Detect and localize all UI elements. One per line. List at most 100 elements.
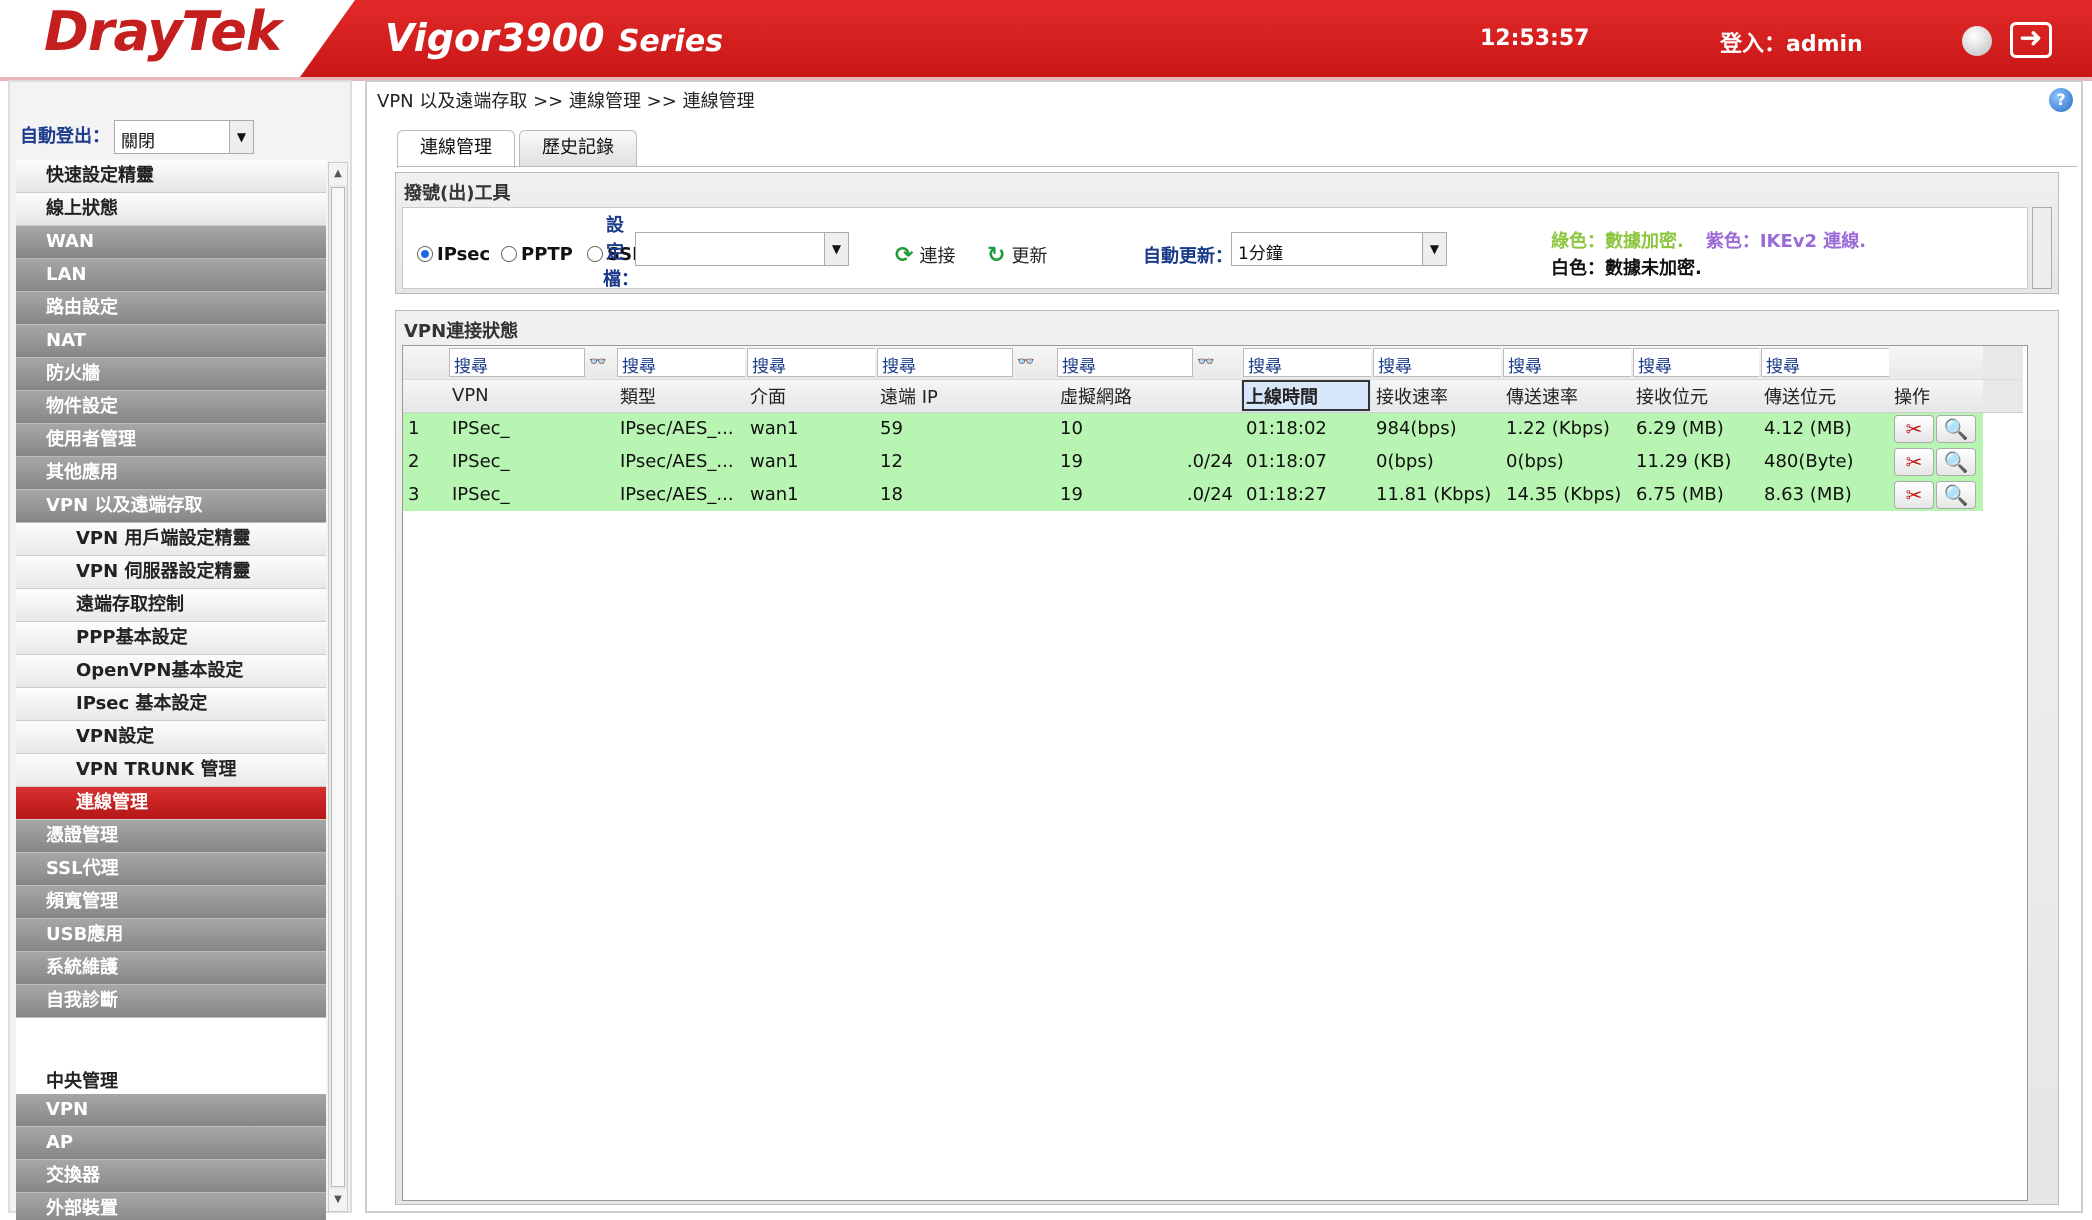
column-search-input[interactable]: 搜尋 bbox=[1243, 347, 1371, 377]
model-label: Vigor3900 bbox=[385, 16, 605, 60]
auto-refresh-value: 1分鐘 bbox=[1238, 244, 1283, 264]
table-row[interactable]: 1 IPSec_ IPsec/AES_... wan1 59 10 01:18:02 984(… bbox=[403, 412, 2023, 445]
column-header[interactable]: VPN bbox=[447, 379, 615, 413]
chevron-down-icon[interactable]: ▼ bbox=[1422, 233, 1446, 265]
details-icon[interactable]: 🔍 bbox=[1936, 447, 1976, 476]
chevron-down-icon[interactable]: ▼ bbox=[824, 233, 848, 265]
column-search-input[interactable]: 搜尋 bbox=[747, 347, 875, 377]
scroll-thumb[interactable] bbox=[331, 187, 345, 1187]
sidebar-item[interactable]: VPN 用戶端設定精靈 bbox=[16, 523, 326, 556]
sidebar-item[interactable]: 憑證管理 bbox=[16, 820, 326, 853]
sidebar-item[interactable]: LAN bbox=[16, 259, 326, 292]
sidebar-item[interactable]: IPsec 基本設定 bbox=[16, 688, 326, 721]
details-icon[interactable]: 🔍 bbox=[1936, 414, 1976, 443]
sidebar-item[interactable]: VPN bbox=[16, 1094, 326, 1127]
sidebar-item[interactable]: 快速設定精靈 bbox=[16, 160, 326, 193]
column-search-input[interactable]: 搜尋 bbox=[1761, 347, 1889, 377]
column-header[interactable]: 上線時間 bbox=[1241, 379, 1371, 413]
cell-vpn: IPSec_ bbox=[447, 478, 615, 511]
main-content: VPN 以及遠端存取 >> 連線管理 >> 連線管理 ? 連線管理 歷史記錄 撥號… bbox=[365, 80, 2083, 1213]
notification-icon[interactable] bbox=[1962, 26, 1992, 56]
table-row[interactable]: 3 IPSec_ IPsec/AES_... wan1 18 19 .0/24 01:18:2… bbox=[403, 478, 2023, 511]
auto-logout-select[interactable]: 關閉 ▼ bbox=[114, 120, 254, 154]
cell-vnet: 10 bbox=[1055, 412, 1241, 445]
sidebar-item[interactable]: 使用者管理 bbox=[16, 424, 326, 457]
radio-pptp[interactable]: PPTP bbox=[501, 244, 573, 265]
sidebar-item[interactable]: 頻寬管理 bbox=[16, 886, 326, 919]
column-header[interactable]: 傳送位元 bbox=[1759, 379, 1889, 413]
color-legend: 綠色：數據加密. 紫色：IKEv2 連線. 白色：數據未加密. bbox=[1551, 228, 1866, 282]
table-row[interactable]: 2 IPSec_ IPsec/AES_... wan1 12 19 .0/24 01:18:0… bbox=[403, 445, 2023, 478]
sidebar-item[interactable]: 連線管理 bbox=[16, 787, 326, 820]
scroll-up-icon[interactable]: ▲ bbox=[329, 163, 347, 185]
sidebar-item[interactable]: 系統維護 bbox=[16, 952, 326, 985]
radio-pptp-dot[interactable] bbox=[501, 246, 517, 262]
refresh-label: 更新 bbox=[1011, 246, 1048, 267]
dial-scrollbar[interactable] bbox=[2032, 207, 2052, 289]
sidebar-item[interactable]: 線上狀態 bbox=[16, 193, 326, 226]
sidebar-item[interactable]: 自我診斷 bbox=[16, 985, 326, 1018]
disconnect-icon[interactable]: ✂ bbox=[1894, 480, 1934, 509]
logout-icon[interactable] bbox=[2010, 21, 2052, 58]
details-icon[interactable]: 🔍 bbox=[1936, 480, 1976, 509]
scroll-down-icon[interactable]: ▼ bbox=[329, 1189, 347, 1211]
sidebar-item[interactable]: VPN 伺服器設定精靈 bbox=[16, 556, 326, 589]
binoculars-icon[interactable]: 👓 bbox=[1197, 354, 1223, 370]
sidebar-item[interactable]: VPN TRUNK 管理 bbox=[16, 754, 326, 787]
sidebar-item[interactable]: OpenVPN基本設定 bbox=[16, 655, 326, 688]
column-search-input[interactable]: 搜尋 bbox=[1373, 347, 1501, 377]
sidebar-item[interactable]: 其他應用 bbox=[16, 457, 326, 490]
sidebar-scrollbar[interactable]: ▲ ▼ bbox=[328, 162, 348, 1212]
column-header[interactable]: 接收位元 bbox=[1631, 379, 1759, 413]
cell-tx-bytes: 4.12 (MB) bbox=[1759, 412, 1889, 445]
auto-refresh-select[interactable]: 1分鐘 ▼ bbox=[1231, 232, 1447, 266]
sidebar-item[interactable]: WAN bbox=[16, 226, 326, 259]
column-header[interactable]: 類型 bbox=[615, 379, 745, 413]
column-search-input[interactable]: 搜尋 bbox=[449, 347, 585, 377]
sidebar-item[interactable]: 物件設定 bbox=[16, 391, 326, 424]
column-header[interactable]: 遠端 IP bbox=[875, 379, 1055, 413]
vpn-status-table: 搜尋👓搜尋👓搜尋👓搜尋👓搜尋👓搜尋👓搜尋👓搜尋👓搜尋👓搜尋👓 VPN類型介面遠端… bbox=[403, 346, 2023, 511]
profile-label: 設 定 檔： bbox=[603, 212, 639, 293]
sidebar-item[interactable]: VPN 以及遠端存取 bbox=[16, 490, 326, 523]
help-icon[interactable]: ? bbox=[2049, 88, 2073, 112]
connect-button[interactable]: ⟳ 連接 bbox=[895, 242, 955, 268]
sidebar-item[interactable]: NAT bbox=[16, 325, 326, 358]
sidebar-item[interactable]: AP bbox=[16, 1127, 326, 1160]
radio-ssl-dot[interactable] bbox=[587, 246, 603, 262]
disconnect-icon[interactable]: ✂ bbox=[1894, 414, 1934, 443]
profile-select[interactable]: ▼ bbox=[635, 232, 849, 266]
sidebar-item[interactable]: PPP基本設定 bbox=[16, 622, 326, 655]
column-search-input[interactable]: 搜尋 bbox=[1503, 347, 1631, 377]
sidebar-item[interactable]: 防火牆 bbox=[16, 358, 326, 391]
tab-connection-management[interactable]: 連線管理 bbox=[397, 130, 515, 168]
chevron-down-icon[interactable]: ▼ bbox=[229, 121, 253, 153]
binoculars-icon[interactable]: 👓 bbox=[589, 354, 615, 370]
sidebar-item[interactable]: SSL代理 bbox=[16, 853, 326, 886]
sidebar-item[interactable]: USB應用 bbox=[16, 919, 326, 952]
sidebar-item[interactable]: 路由設定 bbox=[16, 292, 326, 325]
column-header[interactable]: 接收速率 bbox=[1371, 379, 1501, 413]
sidebar-item[interactable]: VPN設定 bbox=[16, 721, 326, 754]
cell-vpn: IPSec_ bbox=[447, 445, 615, 478]
column-search-input[interactable]: 搜尋 bbox=[1057, 347, 1193, 377]
sidebar-item[interactable]: 外部裝置 bbox=[16, 1193, 326, 1220]
search-cell: 搜尋👓 bbox=[1055, 346, 1241, 380]
column-header[interactable]: 介面 bbox=[745, 379, 875, 413]
radio-ipsec-dot[interactable] bbox=[417, 246, 433, 262]
column-search-input[interactable]: 搜尋 bbox=[877, 347, 1013, 377]
tab-history[interactable]: 歷史記錄 bbox=[519, 130, 637, 166]
refresh-button[interactable]: ↻ 更新 bbox=[987, 242, 1047, 268]
column-header[interactable]: 傳送速率 bbox=[1501, 379, 1631, 413]
column-header[interactable]: 虛擬網路 bbox=[1055, 379, 1241, 413]
disconnect-icon[interactable]: ✂ bbox=[1894, 447, 1934, 476]
column-search-input[interactable]: 搜尋 bbox=[617, 347, 745, 377]
binoculars-icon[interactable]: 👓 bbox=[1017, 354, 1043, 370]
model-name: Vigor3900 Series bbox=[385, 16, 723, 60]
sidebar-item[interactable]: 交換器 bbox=[16, 1160, 326, 1193]
sidebar-item[interactable]: 遠端存取控制 bbox=[16, 589, 326, 622]
tab-divider bbox=[397, 166, 2077, 167]
column-header[interactable]: 操作 bbox=[1889, 379, 1983, 413]
column-search-input[interactable]: 搜尋 bbox=[1633, 347, 1759, 377]
radio-ipsec[interactable]: IPsec bbox=[417, 244, 490, 265]
